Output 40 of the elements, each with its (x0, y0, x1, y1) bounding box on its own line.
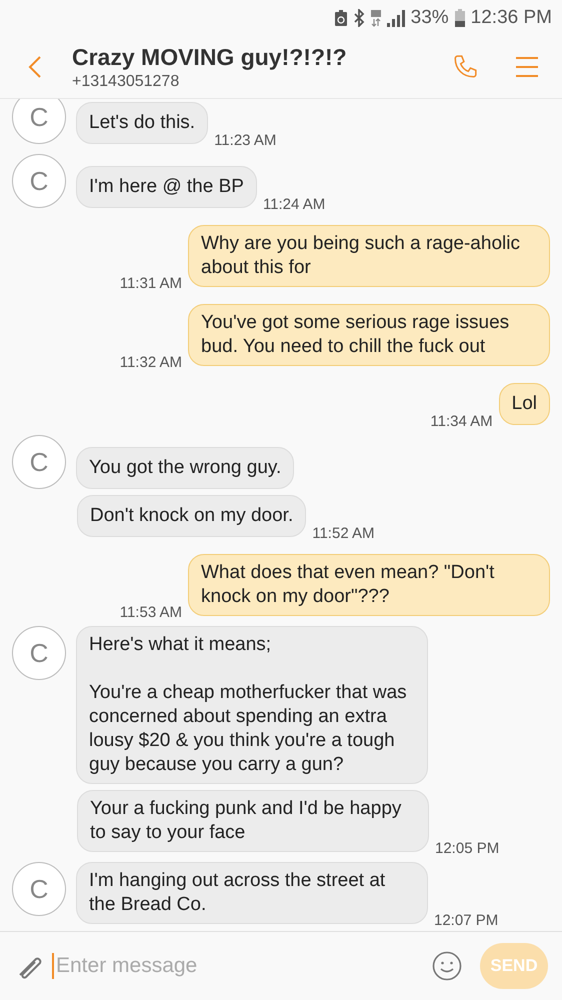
sent-message: Lol (498, 383, 550, 425)
battery-percent: 33% (410, 7, 449, 29)
menu-icon[interactable] (516, 56, 538, 78)
message-input[interactable]: Enter message (52, 953, 424, 979)
message-time: 11:52 AM (312, 525, 374, 542)
back-button[interactable] (28, 55, 42, 79)
contact-avatar: C (12, 626, 66, 680)
emoji-icon[interactable] (432, 951, 462, 981)
phone-icon[interactable] (452, 54, 478, 80)
received-message: Your a fucking punk and I'd be happy to say to your face (77, 790, 429, 852)
battery-icon (454, 9, 465, 27)
received-message: I'm here @ the BP (76, 166, 257, 208)
phone-number: +13143051278 (72, 72, 180, 90)
sent-message: What does that even mean? "Don't knock on my door"??? (188, 554, 550, 616)
contact-avatar: C (12, 435, 66, 489)
contact-avatar: C (12, 154, 66, 208)
message-time: 11:34 AM (430, 413, 493, 430)
received-message: Here's what it means; You're a cheap motherfucker that was concerned about spending an extra lousy $20 & you think you're a tough guy because you carry a gun? (76, 626, 428, 784)
message-time: 11:53 AM (120, 604, 182, 621)
received-message: Don't knock on my door. (77, 495, 306, 537)
message-time: 12:05 PM (435, 840, 500, 857)
bluetooth-icon (352, 9, 365, 27)
message-time: 11:23 AM (214, 132, 276, 149)
message-time: 12:07 PM (434, 912, 498, 929)
received-message: I'm hanging out across the street at the Bread Co. (76, 862, 428, 924)
contact-name: Crazy MOVING guy!?!?!? (72, 44, 348, 70)
data-transfer-icon (370, 9, 381, 27)
message-time: 11:24 AM (262, 196, 326, 213)
message-time: 11:32 AM (120, 354, 182, 371)
signal-icon (386, 9, 405, 27)
received-message: You got the wrong guy. (76, 447, 294, 489)
sent-message: You've got some serious rage issues bud. You need to chill the fuck out (188, 304, 550, 366)
message-time: 11:31 AM (120, 275, 182, 292)
clock: 12:36 PM (470, 7, 552, 29)
contact-avatar: C (12, 99, 66, 144)
received-message: Let's do this. (76, 102, 208, 144)
send-button[interactable]: SEND (480, 943, 548, 989)
sent-message: Why are you being such a rage-aholic about this for (188, 225, 550, 287)
recycle-battery-icon (334, 10, 347, 26)
contact-avatar: C (12, 862, 66, 916)
